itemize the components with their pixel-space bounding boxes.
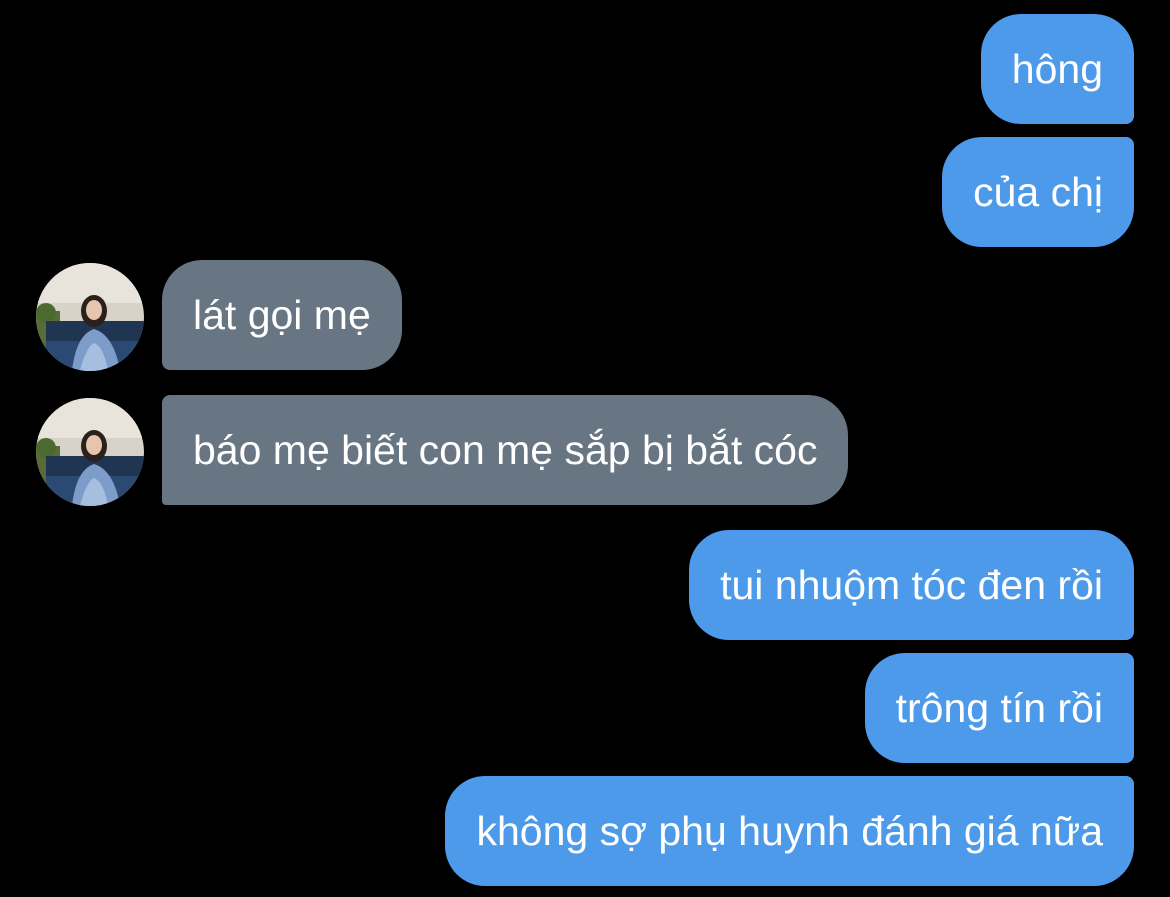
- avatar-photo-icon: [36, 398, 144, 506]
- sent-message-bubble[interactable]: hông: [980, 14, 1134, 124]
- contact-avatar[interactable]: [36, 398, 144, 506]
- contact-avatar[interactable]: [36, 263, 144, 371]
- sent-message-bubble[interactable]: trông tín rồi: [864, 653, 1134, 763]
- sent-message-bubble[interactable]: tui nhuộm tóc đen rồi: [689, 530, 1134, 640]
- avatar-photo-icon: [36, 263, 144, 371]
- sent-message-bubble[interactable]: của chị: [942, 137, 1134, 247]
- sent-message-bubble[interactable]: không sợ phụ huynh đánh giá nữa: [445, 776, 1134, 886]
- received-message-bubble[interactable]: báo mẹ biết con mẹ sắp bị bắt cóc: [162, 395, 849, 505]
- received-message-bubble[interactable]: lát gọi mẹ: [162, 260, 402, 370]
